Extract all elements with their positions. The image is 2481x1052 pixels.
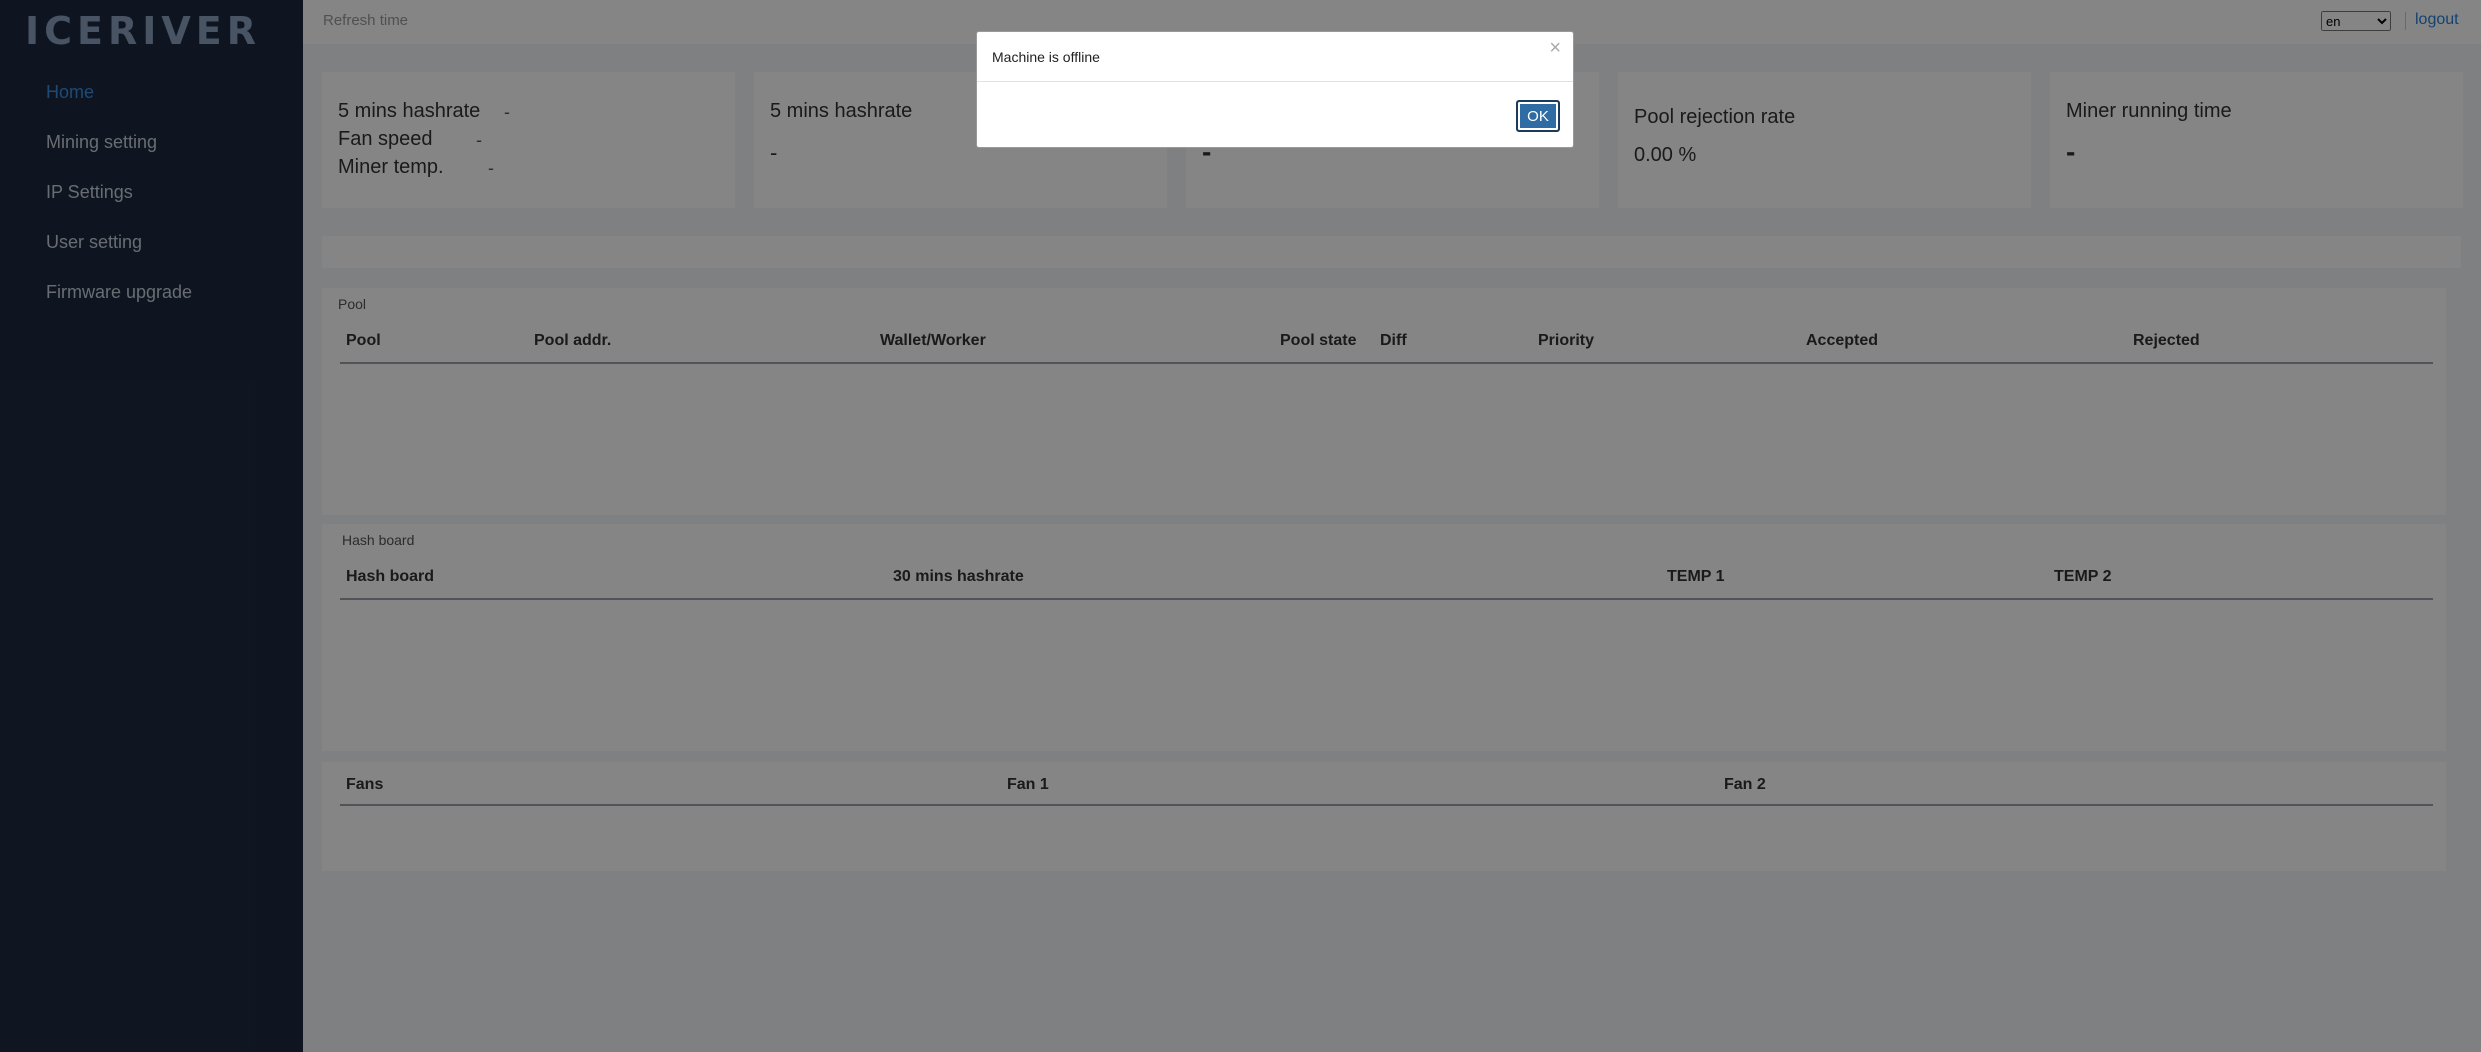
dialog-message: Machine is offline <box>992 49 1100 65</box>
ok-button[interactable]: OK <box>1516 100 1560 132</box>
modal-overlay[interactable] <box>0 0 2481 1052</box>
dialog-divider <box>977 81 1573 82</box>
offline-dialog: Machine is offline × OK <box>976 31 1574 148</box>
close-icon[interactable]: × <box>1549 38 1561 58</box>
